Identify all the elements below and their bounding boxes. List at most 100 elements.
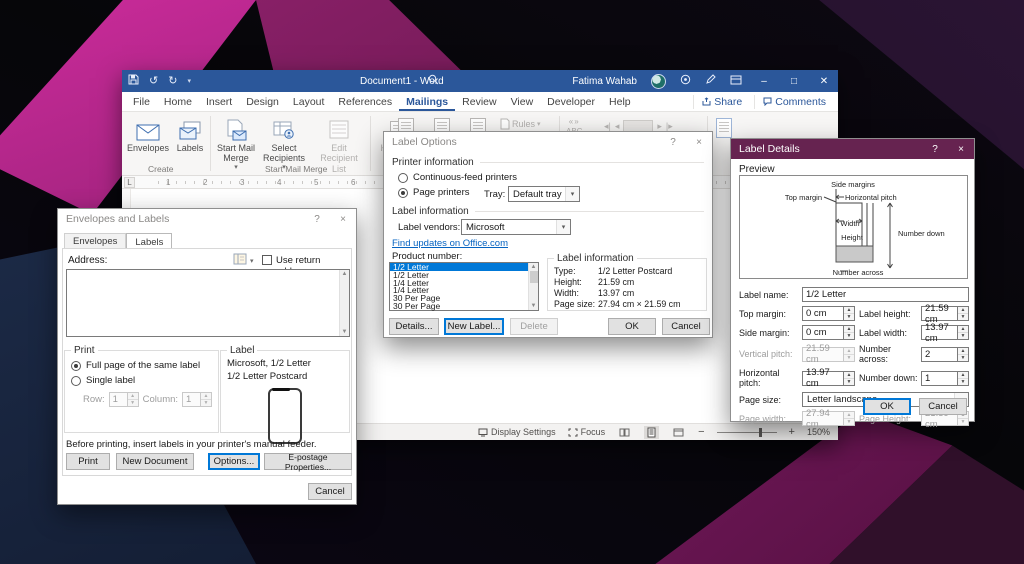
zoom-slider-thumb[interactable] [759,428,762,437]
printer-information-section: Printer information [392,157,704,168]
details-button[interactable]: Details... [389,318,439,335]
envelopes-button[interactable]: Envelopes [126,115,170,153]
use-return-address-checkbox[interactable] [262,255,272,265]
new-document-button[interactable]: New Document [116,453,194,470]
minimize-button[interactable]: – [756,76,772,87]
new-label-button[interactable]: New Label... [444,318,504,335]
tab-layout[interactable]: Layout [286,92,332,111]
first-record-icon: ◂| [604,121,611,132]
web-layout-button[interactable] [671,426,686,439]
close-icon[interactable]: × [330,209,356,229]
continuous-feed-option[interactable]: Continuous-feed printers [398,172,517,183]
dialog-title: Envelopes and Labels [66,213,169,225]
focus-button[interactable]: Focus [568,427,606,437]
read-mode-button[interactable] [617,426,632,439]
start-mail-merge-button[interactable]: Start Mail Merge ▾ [214,115,258,172]
help-icon[interactable]: ? [922,139,948,159]
customize-qat-icon[interactable]: ▾ [187,78,191,85]
diagram-height: Height [841,233,864,242]
label-name-field[interactable]: 1/2 Letter [802,287,969,302]
badge-icon[interactable] [680,74,691,88]
epostage-properties-button[interactable]: E-postage Properties... [264,453,352,470]
radio-icon[interactable] [398,188,408,198]
focus-icon [568,428,578,437]
redo-icon[interactable]: ↻ [168,76,177,87]
ok-button[interactable]: OK [608,318,656,335]
label-width-spinner[interactable]: 13.97 cm▲▼ [921,325,969,340]
account-name[interactable]: Fatima Wahab [572,76,637,87]
help-icon[interactable]: ? [660,132,686,152]
scroll-up-icon[interactable]: ▲ [531,264,537,270]
tab-selector[interactable]: L [124,177,135,188]
top-margin-label: Top margin: [739,309,802,319]
print-button[interactable]: Print [66,453,110,470]
maximize-button[interactable]: □ [786,76,802,87]
zoom-out-button[interactable]: − [698,426,704,438]
textarea-scrollbar[interactable]: ▲ ▼ [339,270,349,336]
radio-icon[interactable] [71,376,81,386]
diagram-number-down: Number down [898,229,945,238]
search-icon[interactable] [428,74,439,88]
display-settings-button[interactable]: Display Settings [478,427,556,437]
labels-button[interactable]: Labels [168,115,212,153]
cancel-button[interactable]: Cancel [919,398,967,415]
comments-button[interactable]: Comments [754,95,834,109]
dialog-title-bar[interactable]: Label Options ? × [384,132,712,152]
cancel-button[interactable]: Cancel [662,318,710,335]
tab-design[interactable]: Design [239,92,286,111]
tab-help[interactable]: Help [602,92,638,111]
rules-button: Rules ▾ [500,118,541,130]
label-vendors-combobox[interactable]: Microsoft ▾ [461,219,571,235]
tab-mailings[interactable]: Mailings [399,92,455,111]
tab-home[interactable]: Home [157,92,199,111]
zoom-slider[interactable] [717,432,777,433]
options-button[interactable]: Options... [208,453,260,470]
save-icon[interactable] [128,74,139,88]
tab-developer[interactable]: Developer [540,92,602,111]
scroll-thumb[interactable] [530,271,538,283]
list-item[interactable]: 30 Per Page [390,302,538,310]
tab-envelopes[interactable]: Envelopes [64,233,126,249]
list-scrollbar[interactable]: ▲ ▼ [528,263,538,310]
radio-icon[interactable] [398,173,408,183]
product-number-list[interactable]: 1/2 Letter 1/2 Letter 1/4 Letter 1/4 Let… [389,262,539,311]
print-layout-button[interactable] [644,426,659,439]
tab-review[interactable]: Review [455,92,503,111]
full-page-option[interactable]: Full page of the same label [71,360,212,371]
find-updates-link[interactable]: Find updates on Office.com [392,238,508,249]
zoom-in-button[interactable]: + [789,426,795,438]
address-textarea[interactable]: ▲ ▼ [66,269,350,337]
dialog-title-bar[interactable]: Envelopes and Labels ? × [58,209,356,229]
tab-references[interactable]: References [331,92,399,111]
tab-view[interactable]: View [504,92,541,111]
radio-icon[interactable] [71,361,81,371]
avatar[interactable] [651,74,666,89]
ribbon-display-options-icon[interactable] [730,75,742,88]
tray-combobox[interactable]: Default tray ▾ [508,186,580,202]
scroll-up-icon[interactable]: ▲ [342,271,348,277]
close-icon[interactable]: × [686,132,712,152]
horizontal-pitch-spinner[interactable]: 13.97 cm▲▼ [802,371,855,386]
undo-icon[interactable]: ↺ [149,76,158,87]
single-label-option[interactable]: Single label [71,375,212,386]
address-book-dropdown-icon[interactable]: ▾ [250,257,254,265]
label-height-spinner[interactable]: 21.59 cm▲▼ [921,306,969,321]
tab-file[interactable]: File [126,92,157,111]
number-across-spinner[interactable]: 2▲▼ [921,347,969,362]
ok-button[interactable]: OK [863,398,911,415]
cancel-button[interactable]: Cancel [308,483,352,500]
page-printers-option[interactable]: Page printers [398,187,470,198]
pen-icon[interactable] [705,74,716,88]
tab-insert[interactable]: Insert [199,92,239,111]
dialog-title-bar[interactable]: Label Details ? × [731,139,974,159]
close-button[interactable]: ✕ [816,76,832,87]
scroll-down-icon[interactable]: ▼ [342,329,348,335]
help-icon[interactable]: ? [304,209,330,229]
side-margin-spinner[interactable]: 0 cm▲▼ [802,325,855,340]
top-margin-spinner[interactable]: 0 cm▲▼ [802,306,855,321]
close-icon[interactable]: × [948,139,974,159]
address-book-icon[interactable] [233,253,247,268]
share-button[interactable]: Share [693,95,750,109]
scroll-down-icon[interactable]: ▼ [531,303,537,309]
number-down-spinner[interactable]: 1▲▼ [921,371,969,386]
